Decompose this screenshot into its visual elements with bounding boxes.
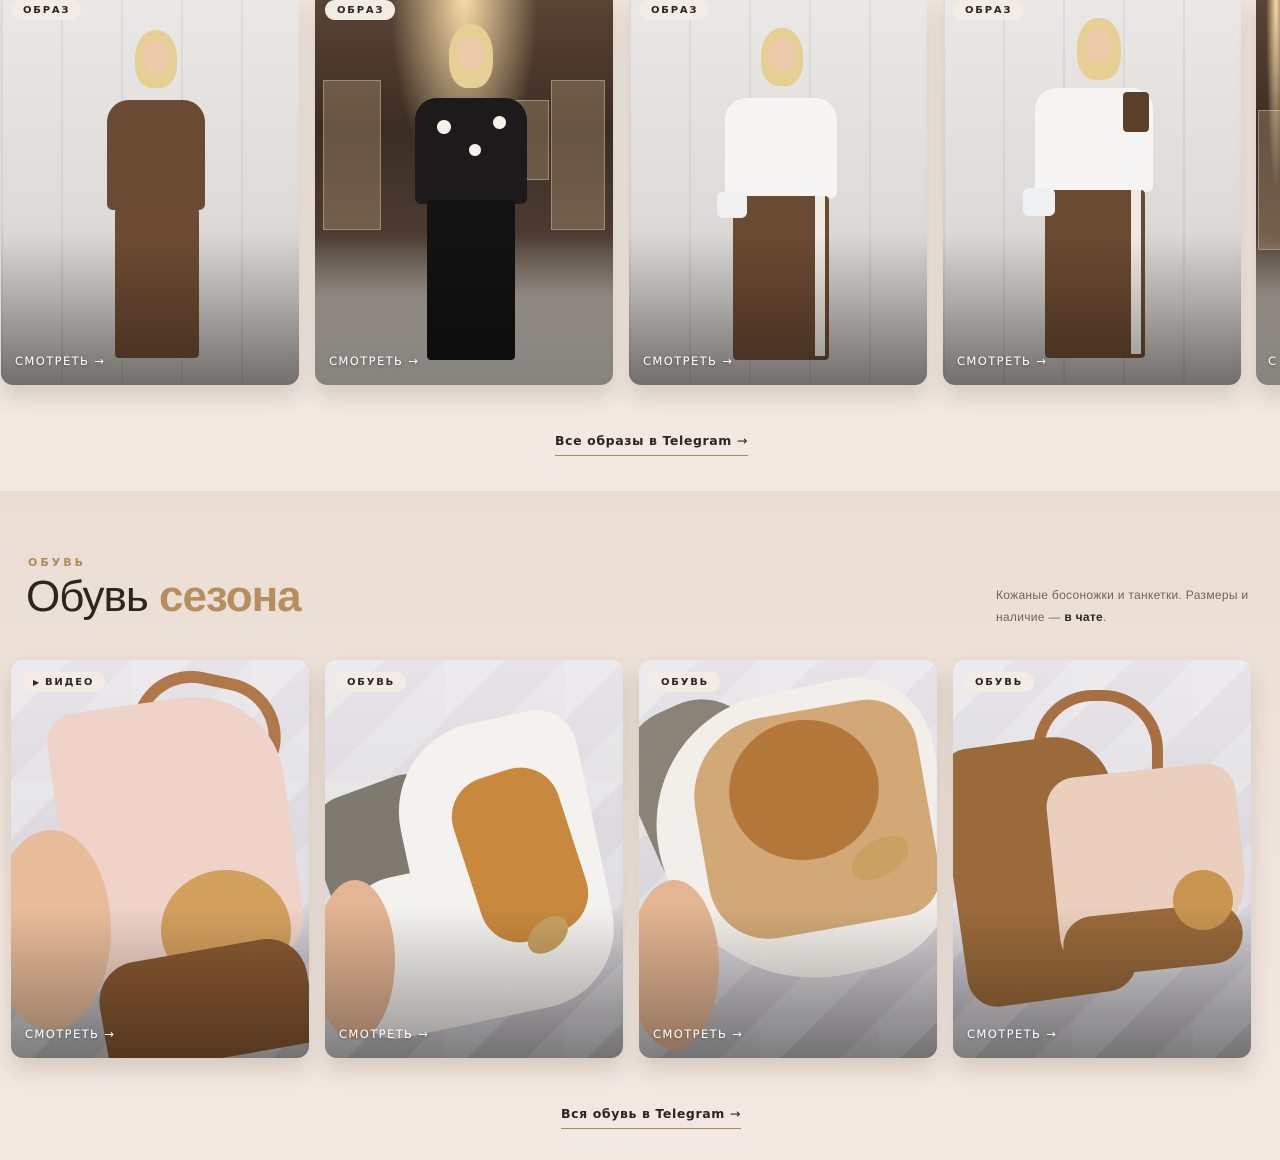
- video-badge: ▶ ВИДЕО: [21, 672, 106, 692]
- view-link[interactable]: СМОТРЕТЬ →: [957, 354, 1047, 368]
- section-title-main: Обувь: [26, 572, 159, 621]
- shoe-card[interactable]: ОБУВЬ СМОТРЕТЬ →: [639, 660, 937, 1058]
- look-photo: [1256, 0, 1280, 385]
- all-shoes-telegram-label: Вся обувь в Telegram: [561, 1106, 725, 1121]
- look-card[interactable]: ОБРАЗ СМОТРЕТЬ →: [629, 0, 927, 385]
- section-title-accent: сезона: [158, 572, 302, 621]
- look-card[interactable]: ОБРАЗ СМОТРЕТЬ →: [315, 0, 613, 385]
- section-title: Обувь сезона: [26, 572, 302, 622]
- shoe-photo: [325, 660, 623, 1058]
- looks-section: ОБРАЗ СМОТРЕТЬ → ОБРАЗ СМОТРЕТЬ → ОБРАЗ …: [0, 0, 1280, 491]
- look-card[interactable]: ОБРАЗ СМОТРЕТЬ →: [1, 0, 299, 385]
- section-description-end: .: [1103, 610, 1107, 624]
- shoe-photo: [639, 660, 937, 1058]
- look-badge: ОБРАЗ: [639, 0, 710, 20]
- shoe-badge: ОБУВЬ: [963, 672, 1035, 692]
- look-badge: ОБРАЗ: [11, 0, 82, 20]
- view-link[interactable]: СМОТРЕТЬ →: [329, 354, 419, 368]
- section-description-text: Кожаные босоножки и танкетки. Размеры и …: [996, 588, 1249, 624]
- look-badge: ОБРАЗ: [953, 0, 1024, 20]
- arrow-right-icon: →: [729, 1106, 741, 1121]
- look-photo: [943, 0, 1241, 385]
- play-icon: ▶: [33, 678, 41, 687]
- arrow-right-icon: →: [736, 433, 748, 448]
- shoe-photo: [11, 660, 309, 1058]
- chat-link[interactable]: в чате: [1064, 610, 1103, 624]
- section-description: Кожаные босоножки и танкетки. Размеры и …: [996, 584, 1252, 628]
- view-link[interactable]: СМОТРЕТЬ →: [967, 1027, 1057, 1041]
- view-link[interactable]: СМОТРЕТЬ →: [653, 1027, 743, 1041]
- look-card[interactable]: С: [1256, 0, 1280, 385]
- shoe-card[interactable]: ОБУВЬ СМОТРЕТЬ →: [953, 660, 1251, 1058]
- look-photo: [629, 0, 927, 385]
- view-link[interactable]: СМОТРЕТЬ →: [339, 1027, 429, 1041]
- all-looks-telegram-link[interactable]: Все образы в Telegram →: [555, 433, 748, 456]
- view-link[interactable]: СМОТРЕТЬ →: [643, 354, 733, 368]
- shoe-badge: ОБУВЬ: [649, 672, 721, 692]
- shoe-badge: ОБУВЬ: [335, 672, 407, 692]
- shoe-card[interactable]: ▶ ВИДЕО СМОТРЕТЬ →: [11, 660, 309, 1058]
- look-photo: [315, 0, 613, 385]
- look-card[interactable]: ОБРАЗ СМОТРЕТЬ →: [943, 0, 1241, 385]
- all-looks-telegram-label: Все образы в Telegram: [555, 433, 732, 448]
- view-link[interactable]: СМОТРЕТЬ →: [15, 354, 105, 368]
- shoe-photo: [953, 660, 1251, 1058]
- view-link[interactable]: С: [1268, 354, 1277, 368]
- look-photo: [1, 0, 299, 385]
- look-badge: ОБРАЗ: [325, 0, 396, 20]
- shoes-section: ОБУВЬ Обувь сезона Кожаные босоножки и т…: [0, 491, 1280, 1160]
- section-label: ОБУВЬ: [28, 556, 86, 569]
- all-shoes-telegram-link[interactable]: Вся обувь в Telegram →: [561, 1106, 741, 1129]
- view-link[interactable]: СМОТРЕТЬ →: [25, 1027, 115, 1041]
- badge-label: ВИДЕО: [44, 677, 95, 688]
- shoe-card[interactable]: ОБУВЬ СМОТРЕТЬ →: [325, 660, 623, 1058]
